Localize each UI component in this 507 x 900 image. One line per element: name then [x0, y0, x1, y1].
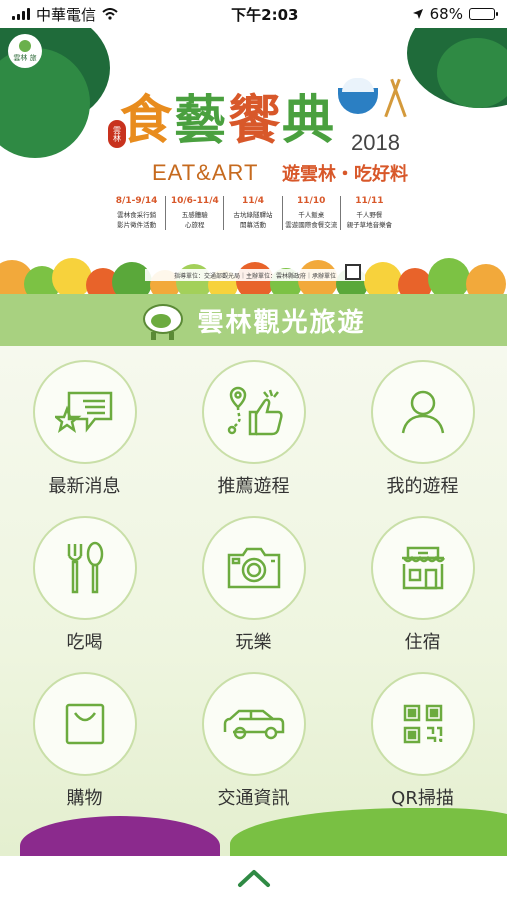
menu-item-transportation[interactable]: 交通資訊 [169, 672, 338, 818]
tourism-logo: 雲林 旅 [8, 34, 42, 68]
battery-percent: 68% [429, 5, 463, 23]
menu-item-qr-scan[interactable]: QR掃描 [338, 672, 507, 818]
event-tagline: 遊雲林・吃好料 [282, 164, 408, 185]
shopping-bag-icon [65, 703, 104, 745]
schedule-item: 11/4 古坑綠隧驛站 開幕活動 [223, 196, 281, 230]
menu-circle[interactable] [370, 516, 475, 620]
event-schedule: 8/1-9/14 雲林食采行銷 影片徵件活動 10/6-11/4 五感體驗 心旅… [108, 196, 398, 230]
schedule-item: 11/10 千人飯桌 雲遊國際食餐交流 [281, 196, 340, 230]
menu-circle[interactable] [201, 516, 306, 620]
menu-circle[interactable] [201, 672, 306, 776]
menu-label: QR掃描 [391, 788, 454, 809]
sponsor-strip: 指導單位：交通部觀光局｜主辦單位：雲林縣政府｜承辦單位 [145, 269, 365, 281]
event-subtitle: EAT&ART [152, 160, 259, 185]
news-star-icon [54, 391, 112, 433]
menu-circle[interactable] [32, 516, 137, 620]
event-title-art: 雲林 食藝饗典 EAT&ART 2018 遊雲林・吃好料 [108, 78, 408, 198]
status-right: 68% [412, 5, 498, 23]
event-title: 食藝饗典 [120, 90, 337, 151]
menu-label: 玩樂 [235, 632, 272, 653]
menu-label: 我的遊程 [386, 476, 459, 497]
event-banner[interactable]: 雲林 旅 雲林 食藝饗典 EAT&ART 2018 遊雲林・吃好料 8/1-9/… [0, 28, 507, 294]
menu-item-recommended-routes[interactable]: 推薦遊程 [169, 360, 338, 506]
fork-spoon-icon [67, 541, 103, 594]
event-year: 2018 [351, 130, 400, 155]
status-time: 下午2:03 [231, 5, 299, 24]
wifi-icon [102, 8, 118, 20]
menu-item-food[interactable]: 吃喝 [0, 516, 169, 662]
menu-label: 吃喝 [66, 632, 103, 653]
menu-circle[interactable] [32, 672, 137, 776]
menu-circle[interactable] [370, 360, 475, 464]
section-title: 雲林觀光旅遊 [197, 307, 366, 338]
menu-item-lodging[interactable]: 住宿 [338, 516, 507, 662]
scroll-up-button[interactable] [234, 864, 274, 892]
schedule-item: 11/11 千人野餐 親子草地音樂會 [339, 196, 398, 230]
menu-label: 交通資訊 [217, 788, 290, 809]
car-icon [223, 709, 284, 740]
bottom-bar [0, 856, 507, 900]
banner-qr-icon [345, 264, 361, 280]
menu-label: 推薦遊程 [217, 476, 290, 497]
person-icon [401, 390, 444, 434]
thumbs-up-route-icon [227, 386, 283, 436]
menu-label: 住宿 [404, 632, 441, 653]
sheep-mascot-icon [141, 300, 185, 340]
section-header: 雲林觀光旅遊 [0, 294, 507, 346]
status-left: 中華電信 [12, 4, 118, 25]
menu-circle[interactable] [201, 360, 306, 464]
menu-circle[interactable] [370, 672, 475, 776]
menu-item-news[interactable]: 最新消息 [0, 360, 169, 506]
schedule-item: 8/1-9/14 雲林食采行銷 影片徵件活動 [115, 196, 158, 229]
signal-icon [12, 8, 30, 20]
menu-item-play[interactable]: 玩樂 [169, 516, 338, 662]
chevron-up-icon [237, 870, 270, 887]
tree-decoration [437, 38, 507, 108]
menu-grid: 最新消息 推薦遊程 我的遊程 吃喝 玩樂 住宿 購物 交通資訊 QR掃描 [0, 360, 507, 818]
menu-label: 最新消息 [48, 476, 121, 497]
menu-item-shopping[interactable]: 購物 [0, 672, 169, 818]
menu-area: 最新消息 推薦遊程 我的遊程 吃喝 玩樂 住宿 購物 交通資訊 QR掃描 [0, 346, 507, 876]
carrier-name: 中華電信 [36, 5, 97, 24]
building-icon [401, 546, 445, 590]
status-bar: 中華電信 下午2:03 68% [0, 0, 507, 28]
camera-icon [227, 547, 280, 589]
menu-circle[interactable] [32, 360, 137, 464]
schedule-item: 10/6-11/4 五感體驗 心旅程 [165, 196, 223, 230]
location-arrow-icon [412, 9, 423, 19]
qr-code-icon [403, 704, 442, 744]
rice-bowl-icon [338, 78, 378, 114]
menu-label: 購物 [66, 788, 103, 809]
menu-item-my-routes[interactable]: 我的遊程 [338, 360, 507, 506]
battery-icon [468, 8, 498, 20]
